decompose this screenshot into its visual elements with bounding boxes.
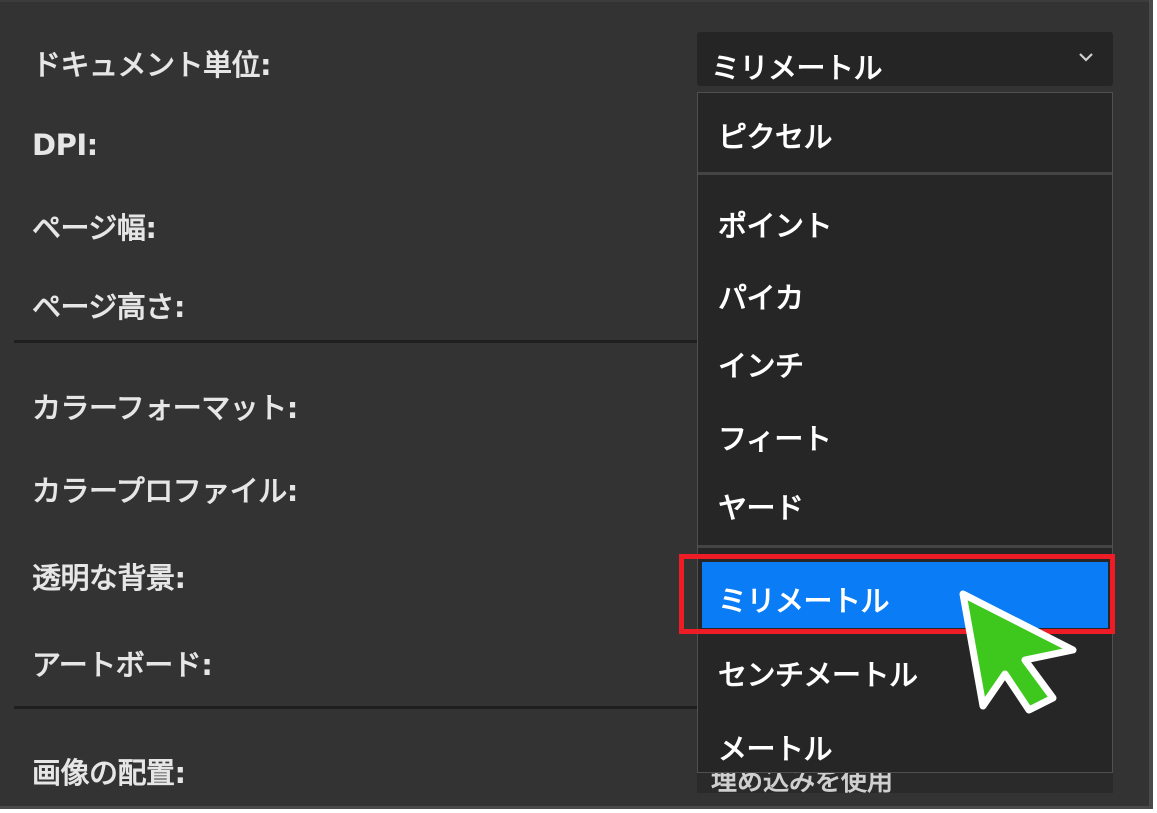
color-profile-label: カラープロファイル: [32,474,298,508]
option-pica[interactable]: パイカ [698,261,1112,321]
option-pica-label: パイカ [718,281,804,315]
page-height-label: ページ高さ: [32,290,186,324]
option-inch-label: インチ [718,349,804,383]
color-format-label: カラーフォーマット: [32,391,298,425]
document-unit-label: ドキュメント単位: [32,48,272,82]
option-pixel-label: ピクセル [718,120,833,154]
chevron-down-icon [1079,53,1093,62]
menu-separator [698,172,1112,175]
image-placement-label: 画像の配置: [32,756,186,790]
option-point[interactable]: ポイント [698,189,1112,249]
dpi-label: DPI: [32,128,98,162]
option-pixel[interactable]: ピクセル [698,100,1112,160]
artboard-label: アートボード: [32,648,213,682]
option-meter[interactable]: メートル [698,712,1112,772]
option-foot[interactable]: フィート [698,402,1112,462]
option-meter-label: メートル [718,732,833,766]
section-separator [14,706,697,709]
page-width-label: ページ幅: [32,211,157,245]
option-millimeter-label: ミリメートル [718,584,890,618]
option-inch[interactable]: インチ [698,329,1112,389]
transparent-background-label: 透明な背景: [32,561,186,595]
option-foot-label: フィート [718,422,832,456]
option-centimeter-label: センチメートル [718,658,918,692]
pointer-cursor-icon [959,590,1077,714]
menu-separator [698,545,1112,548]
option-yard[interactable]: ヤード [698,471,1112,531]
document-unit-select[interactable]: ミリメートル [697,32,1113,86]
image-placement-value: 埋め込みを使用 [711,773,894,793]
option-yard-label: ヤード [718,491,804,525]
option-point-label: ポイント [718,209,833,243]
image-placement-select[interactable]: 埋め込みを使用 [697,773,1113,793]
document-unit-value: ミリメートル [711,51,883,85]
panel-top-edge [0,0,1149,2]
section-separator [14,340,697,343]
